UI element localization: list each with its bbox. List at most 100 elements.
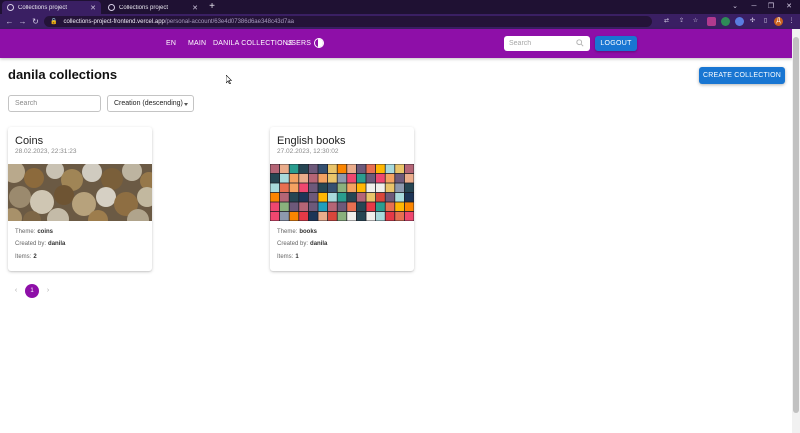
- book-cover: [385, 192, 395, 202]
- minimize-icon[interactable]: ─: [746, 1, 762, 13]
- profile-avatar[interactable]: Д: [774, 17, 783, 26]
- book-cover: [299, 211, 308, 221]
- restore-icon[interactable]: ❐: [763, 1, 779, 13]
- extension-icon[interactable]: [735, 17, 744, 26]
- browser-tab-active[interactable]: Collections project ✕: [2, 1, 101, 14]
- book-cover: [270, 192, 280, 202]
- book-cover: [337, 164, 347, 174]
- book-cover: [376, 202, 385, 212]
- book-cover: [280, 192, 289, 202]
- book-cover: [299, 202, 308, 212]
- translate-icon[interactable]: ⇄: [662, 17, 671, 26]
- book-cover: [280, 173, 289, 183]
- browser-tab[interactable]: Collections project ✕: [103, 1, 203, 14]
- book-cover: [337, 192, 347, 202]
- book-cover: [356, 211, 366, 221]
- pagination-next[interactable]: ›: [42, 285, 54, 297]
- book-cover: [356, 192, 366, 202]
- sidebar-icon[interactable]: ▯: [761, 17, 770, 26]
- sort-select[interactable]: Creation (descending): [107, 95, 194, 112]
- window-close-icon[interactable]: ✕: [781, 1, 797, 13]
- book-cover: [308, 211, 318, 221]
- card-author: Created by: danila: [15, 241, 65, 247]
- logout-button[interactable]: LOGOUT: [595, 36, 637, 51]
- book-cover: [318, 173, 328, 183]
- page-scrollbar[interactable]: [792, 29, 800, 433]
- card-items: Items: 1: [277, 254, 299, 260]
- book-cover: [328, 164, 337, 174]
- collections-search-input[interactable]: [8, 95, 101, 112]
- tab-title: Collections project: [119, 4, 169, 11]
- address-bar[interactable]: 🔒 collections-project-frontend.vercel.ap…: [44, 16, 652, 27]
- books-photo: [270, 164, 414, 221]
- book-cover: [366, 211, 376, 221]
- reload-icon[interactable]: ↻: [30, 16, 41, 27]
- nav-main[interactable]: MAIN: [188, 40, 206, 47]
- card-title[interactable]: Coins: [15, 135, 43, 147]
- close-icon[interactable]: ✕: [192, 4, 198, 12]
- book-cover: [299, 183, 308, 193]
- book-cover: [404, 211, 414, 221]
- forward-icon[interactable]: →: [17, 16, 28, 27]
- url-path: /personal-account/63e4d07386d6ae348c43d7…: [164, 18, 294, 25]
- book-cover: [376, 164, 385, 174]
- book-cover: [366, 183, 376, 193]
- close-icon[interactable]: ✕: [90, 4, 96, 12]
- book-cover: [270, 183, 280, 193]
- coins-photo: [8, 164, 152, 221]
- search-icon[interactable]: [576, 39, 584, 47]
- book-cover: [318, 164, 328, 174]
- bookmark-star-icon[interactable]: ☆: [691, 17, 700, 26]
- globe-icon: [7, 4, 14, 11]
- book-cover: [318, 211, 328, 221]
- book-cover: [395, 173, 404, 183]
- browser-tab-strip: Collections project ✕ Collections projec…: [0, 0, 800, 14]
- caret-down-icon: [184, 103, 188, 106]
- theme-value: coins: [37, 229, 54, 235]
- book-cover: [395, 211, 404, 221]
- book-cover: [404, 173, 414, 183]
- nav-users[interactable]: USERS: [286, 40, 311, 47]
- book-cover: [280, 211, 289, 221]
- book-cover: [366, 164, 376, 174]
- create-collection-button[interactable]: CREATE COLLECTION: [699, 67, 785, 84]
- collection-card-english-books[interactable]: English books 27.02.2023, 12:30:02 Theme…: [270, 127, 414, 271]
- language-switch[interactable]: EN: [166, 40, 176, 47]
- book-cover: [385, 164, 395, 174]
- globe-icon: [108, 4, 115, 11]
- menu-kebab-icon[interactable]: ⋮: [787, 17, 796, 26]
- book-cover: [289, 164, 299, 174]
- book-cover: [280, 183, 289, 193]
- lock-icon: 🔒: [50, 19, 58, 25]
- header-search-input[interactable]: [509, 40, 571, 47]
- header-search[interactable]: [504, 36, 590, 51]
- extension-icon[interactable]: [721, 17, 730, 26]
- book-cover: [366, 192, 376, 202]
- theme-toggle-icon[interactable]: [314, 38, 324, 48]
- share-icon[interactable]: ⇪: [677, 17, 686, 26]
- book-cover: [385, 211, 395, 221]
- author-value: danila: [48, 241, 66, 247]
- book-cover: [404, 192, 414, 202]
- book-cover: [299, 192, 308, 202]
- scrollbar-thumb[interactable]: [793, 37, 799, 413]
- pagination-prev[interactable]: ‹: [10, 285, 22, 297]
- tab-search-icon[interactable]: ⌄: [727, 1, 743, 13]
- pagination-page-1[interactable]: 1: [25, 284, 39, 298]
- puzzle-icon[interactable]: ✣: [748, 17, 757, 26]
- book-cover: [270, 202, 280, 212]
- book-cover: [337, 202, 347, 212]
- mouse-cursor-icon: [226, 75, 232, 84]
- book-cover: [404, 183, 414, 193]
- nav-danila-collections[interactable]: DANILA COLLECTIONS: [213, 40, 293, 47]
- book-cover: [308, 173, 318, 183]
- card-title[interactable]: English books: [277, 135, 346, 147]
- book-cover: [318, 192, 328, 202]
- book-cover: [376, 183, 385, 193]
- collection-card-coins[interactable]: Coins 28.02.2023, 22:31:23 Theme: coins C…: [8, 127, 152, 271]
- back-icon[interactable]: ←: [4, 16, 15, 27]
- extension-icon[interactable]: [707, 17, 716, 26]
- book-cover: [347, 173, 356, 183]
- new-tab-button[interactable]: +: [206, 1, 218, 13]
- book-cover: [395, 202, 404, 212]
